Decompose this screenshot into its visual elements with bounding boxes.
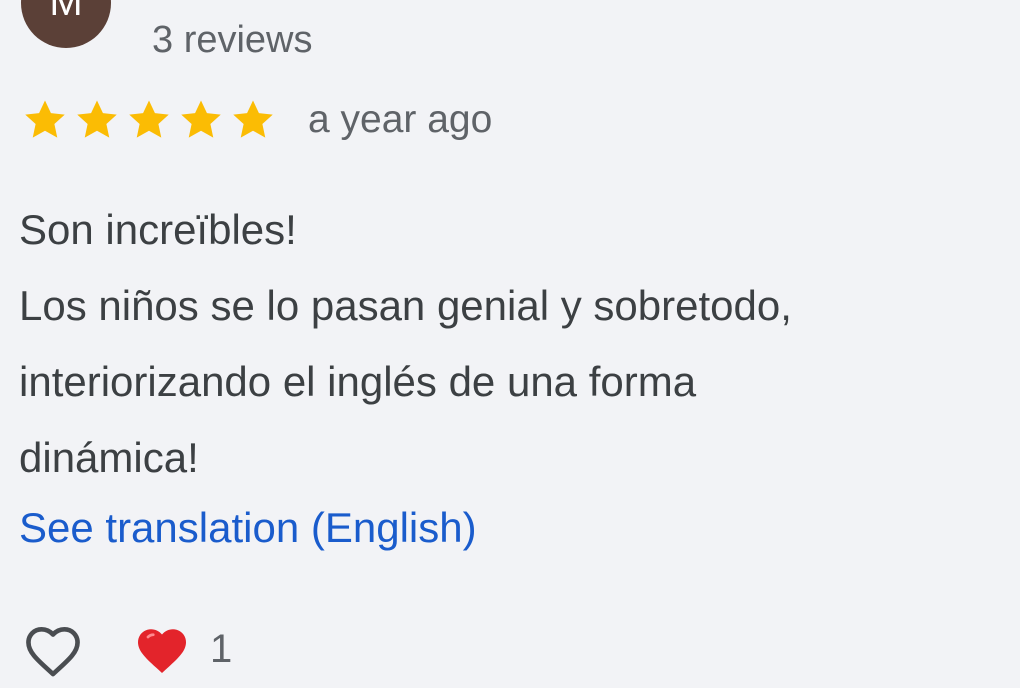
review-actions: 1 — [18, 615, 232, 683]
review-text-line: dinámica! — [19, 434, 199, 481]
star-icon — [25, 100, 65, 138]
review-text-line: interiorizando el inglés de una forma — [19, 358, 697, 405]
red-heart-icon — [138, 629, 186, 673]
star-rating — [20, 97, 278, 143]
review-time: a year ago — [308, 98, 493, 141]
star-icon — [77, 100, 117, 138]
review-text-line: Son increïbles! — [19, 206, 297, 253]
star-icon — [129, 100, 169, 138]
reaction-summary[interactable]: 1 — [132, 621, 232, 677]
reviewer-review-count[interactable]: 3 reviews — [152, 18, 313, 62]
reaction-count: 1 — [210, 627, 233, 671]
review-text-line: Los niños se lo pasan genial y sobretodo… — [19, 282, 792, 329]
review-card: M 3 reviews a year ago Son increïbles! L… — [0, 0, 1020, 688]
star-icon — [233, 100, 273, 138]
star-icon — [181, 100, 221, 138]
like-button[interactable] — [18, 617, 88, 681]
review-text: Son increïbles! Los niños se lo pasan ge… — [19, 192, 1009, 496]
rating-row: a year ago — [20, 96, 492, 144]
see-translation-link[interactable]: See translation (English) — [19, 496, 477, 560]
heart-outline-icon — [26, 627, 80, 677]
avatar[interactable]: M — [21, 0, 111, 48]
avatar-initial: M — [49, 0, 83, 24]
